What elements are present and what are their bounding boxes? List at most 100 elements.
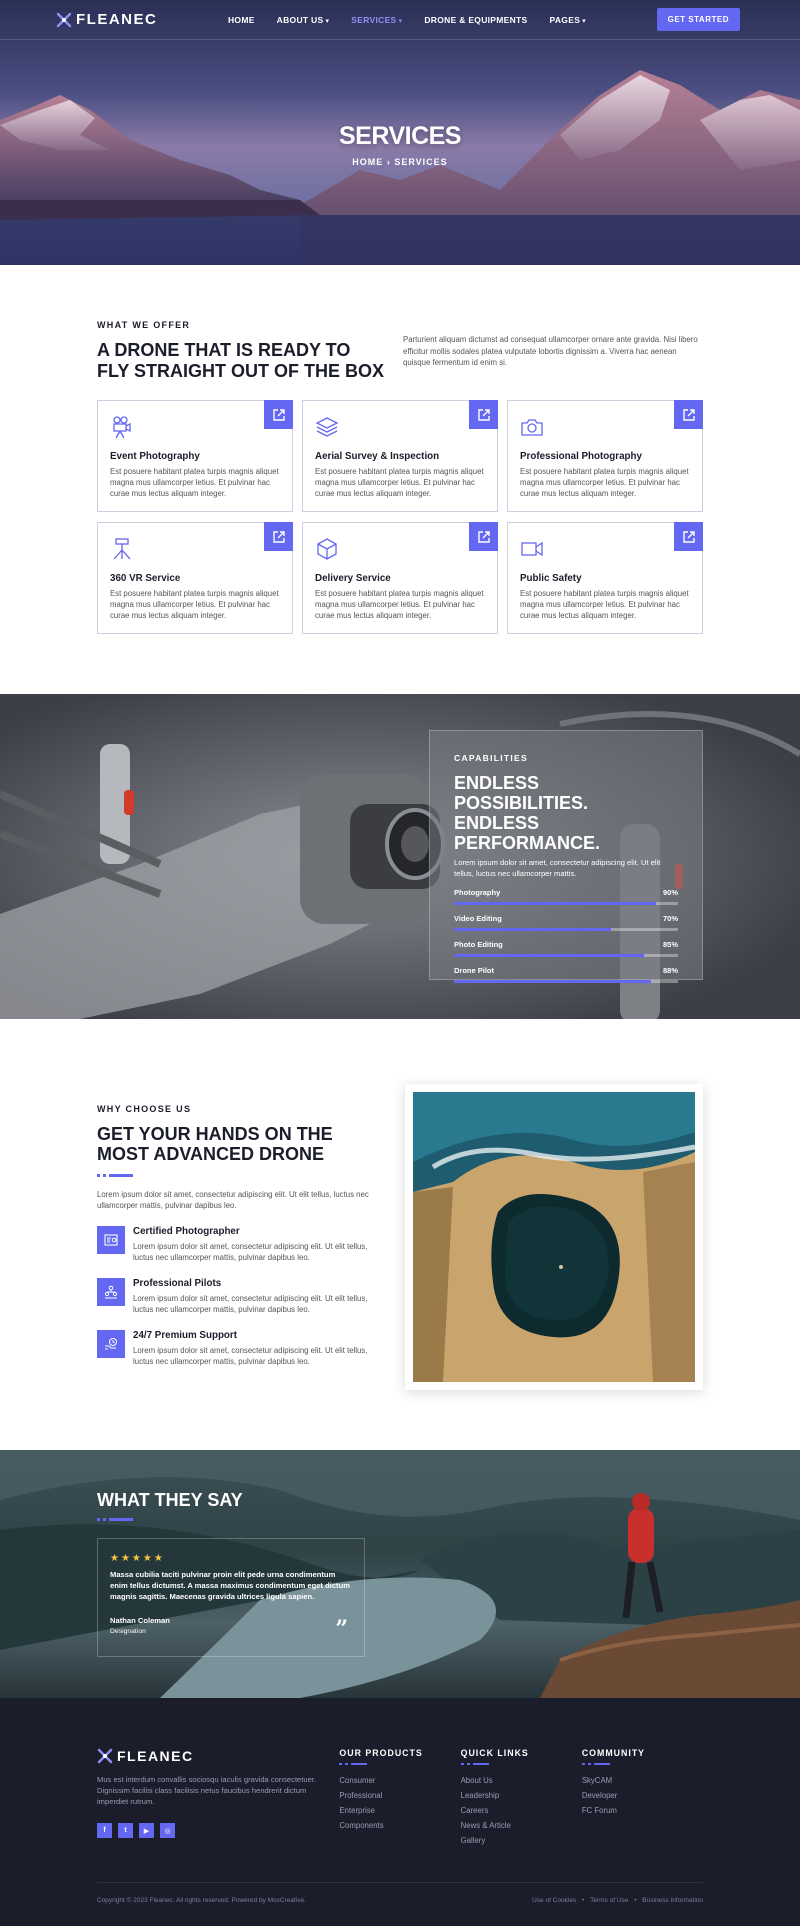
external-link-icon[interactable]: [469, 522, 498, 551]
feature-text: Lorem ipsum dolor sit amet, consectetur …: [133, 1294, 368, 1314]
main-nav: FLEANEC HOME ABOUT US ▾ SERVICES ▾ DRONE &…: [0, 0, 800, 40]
breadcrumb-current: SERVICES: [394, 157, 448, 167]
quote-icon: ”: [335, 1616, 348, 1642]
footer-link[interactable]: Components: [339, 1818, 460, 1833]
services-grid: Event Photography Est posuere habitant p…: [97, 400, 703, 634]
cookies-link[interactable]: Use of Cookies: [532, 1897, 576, 1904]
heading-divider: [460, 1763, 489, 1765]
feature-title: Certified Photographer: [133, 1226, 240, 1237]
footer-column-products: OUR PRODUCTS Consumer Professional Enter…: [339, 1748, 460, 1848]
nav-item-home[interactable]: HOME: [228, 15, 255, 25]
footer-link[interactable]: Gallery: [461, 1833, 582, 1848]
service-card[interactable]: Professional Photography Est posuere hab…: [507, 400, 703, 512]
skill-value: 85%: [662, 940, 678, 949]
service-card[interactable]: Aerial Survey & Inspection Est posuere h…: [302, 400, 498, 512]
testimonial-role: Designation: [110, 1628, 146, 1635]
skill-bar: Photo Editing 85%: [454, 940, 678, 957]
social-links: f t ▶ ◎: [97, 1823, 339, 1838]
footer-logo[interactable]: FLEANEC: [97, 1748, 339, 1764]
external-link-icon[interactable]: [264, 522, 293, 551]
heading-divider: [97, 1174, 133, 1177]
skill-name: Photography: [454, 888, 501, 897]
service-title: Public Safety: [520, 573, 582, 584]
breadcrumb-separator-icon: ›: [386, 157, 391, 167]
services-description: Parturient aliquam dictumst ad consequat…: [403, 335, 698, 367]
why-section: WHY CHOOSE US GET YOUR HANDS ON THE MOST…: [0, 1019, 800, 1450]
nav-label: DRONE & EQUIPMENTS: [424, 14, 528, 25]
skill-value: 70%: [662, 914, 678, 923]
nav-item-services[interactable]: SERVICES ▾: [351, 15, 402, 25]
progress-fill: [454, 902, 656, 905]
breadcrumb-home[interactable]: HOME: [352, 157, 383, 167]
footer-link[interactable]: Leadership: [461, 1788, 582, 1803]
footer-column-community: COMMUNITY SkyCAM Developer FC Forum: [581, 1748, 703, 1848]
footer-link[interactable]: Professional: [339, 1788, 460, 1803]
skill-bar: Video Editing 70%: [454, 914, 678, 931]
video-icon: [521, 541, 543, 557]
box-icon: [317, 538, 337, 560]
external-link-icon[interactable]: [674, 400, 703, 429]
rating-stars-icon: ★★★★★: [110, 1553, 165, 1564]
chevron-down-icon: ▾: [582, 17, 586, 25]
nav-item-about[interactable]: ABOUT US ▾: [277, 15, 330, 25]
nav-label: SERVICES: [351, 14, 397, 25]
footer-column-title: COMMUNITY: [581, 1748, 646, 1758]
services-eyebrow: WHAT WE OFFER: [97, 320, 191, 330]
service-card[interactable]: Public Safety Est posuere habitant plate…: [507, 522, 703, 634]
service-title: Event Photography: [110, 451, 200, 462]
why-heading: GET YOUR HANDS ON THE MOST ADVANCED DRON…: [97, 1124, 333, 1164]
nav-label: HOME: [227, 14, 255, 25]
footer-link[interactable]: Consumer: [339, 1773, 460, 1788]
nav-item-pages[interactable]: PAGES ▾: [550, 15, 586, 25]
footer-about: Mus est interdum convallis sociosqu iacu…: [97, 1775, 317, 1806]
skill-value: 90%: [662, 888, 678, 897]
drone-logo-icon: [97, 1748, 113, 1764]
skill-bar: Photography 90%: [454, 888, 678, 905]
feature-item: 24/7 Premium Support Lorem ipsum dolor si…: [97, 1330, 382, 1367]
external-link-icon[interactable]: [264, 400, 293, 429]
facebook-icon[interactable]: f: [97, 1823, 112, 1838]
external-link-icon[interactable]: [674, 522, 703, 551]
progress-track: [454, 928, 678, 931]
footer-link[interactable]: Developer: [582, 1788, 703, 1803]
skill-name: Video Editing: [454, 914, 502, 923]
footer-link[interactable]: FC Forum: [582, 1803, 703, 1818]
nav-item-drone-equipments[interactable]: DRONE & EQUIPMENTS: [424, 15, 527, 25]
footer-bottom-bar: Copyright © 2023 Fleanec. All rights res…: [97, 1882, 703, 1904]
services-section: WHAT WE OFFER A DRONE THAT IS READY TO F…: [0, 265, 800, 694]
footer-link[interactable]: About Us: [461, 1773, 582, 1788]
brand-name: FLEANEC: [76, 11, 158, 28]
progress-track: [454, 902, 678, 905]
footer-link[interactable]: Enterprise: [339, 1803, 460, 1818]
testimonial-card: ★★★★★ Massa cubilia taciti pulvinar proi…: [97, 1538, 365, 1657]
bullet-separator: •: [582, 1897, 585, 1904]
support-icon: [97, 1330, 125, 1358]
camera-icon: [521, 419, 543, 436]
legal-links: Use of Cookies • Terms of Use • Business…: [528, 1897, 703, 1904]
footer-link[interactable]: Careers: [461, 1803, 582, 1818]
instagram-icon[interactable]: ◎: [160, 1823, 175, 1838]
drone-logo-icon: [56, 12, 72, 27]
terms-link[interactable]: Terms of Use: [590, 1897, 628, 1904]
hero-banner: FLEANEC HOME ABOUT US ▾ SERVICES ▾ DRONE &…: [0, 0, 800, 265]
footer-column-quick-links: QUICK LINKS About Us Leadership Careers …: [460, 1748, 582, 1848]
why-lead: Lorem ipsum dolor sit amet, consectetur …: [97, 1190, 369, 1210]
twitter-icon[interactable]: t: [118, 1823, 133, 1838]
business-info-link[interactable]: Business Information: [642, 1897, 703, 1904]
heading-divider: [339, 1763, 368, 1765]
service-text: Est posuere habitant platea turpis magni…: [315, 589, 484, 620]
progress-fill: [454, 980, 652, 983]
youtube-icon[interactable]: ▶: [139, 1823, 154, 1838]
heading-divider: [581, 1763, 610, 1765]
footer-link[interactable]: News & Article: [461, 1818, 582, 1833]
footer-link[interactable]: SkyCAM: [582, 1773, 703, 1788]
external-link-icon[interactable]: [469, 400, 498, 429]
brand-logo[interactable]: FLEANEC: [56, 11, 157, 28]
certificate-icon: [97, 1226, 125, 1254]
get-started-button[interactable]: GET STARTED: [656, 8, 740, 31]
service-card[interactable]: 360 VR Service Est posuere habitant plat…: [97, 522, 293, 634]
service-text: Est posuere habitant platea turpis magni…: [520, 467, 689, 498]
nav-label: ABOUT US: [276, 14, 324, 25]
service-card[interactable]: Event Photography Est posuere habitant p…: [97, 400, 293, 512]
service-card[interactable]: Delivery Service Est posuere habitant pl…: [302, 522, 498, 634]
